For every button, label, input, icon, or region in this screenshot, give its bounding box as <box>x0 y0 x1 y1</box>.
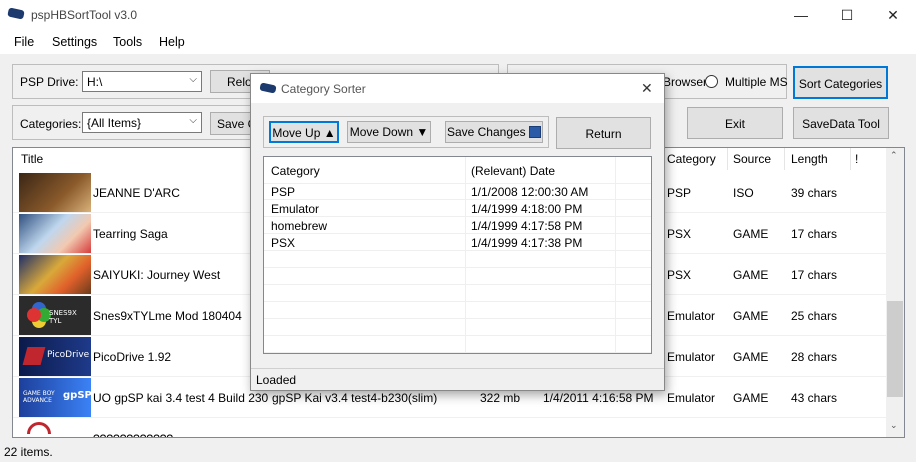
savedata-tool-button[interactable]: SaveData Tool <box>793 107 889 139</box>
floppy-disk-icon <box>529 126 542 138</box>
item-length: 43 chars <box>791 391 838 405</box>
item-title: PicoDrive 1.92 <box>93 350 172 364</box>
item-source: GAME <box>733 309 769 323</box>
item-length: 28 chars <box>791 350 838 364</box>
categories-label: Categories: <box>20 117 82 131</box>
item-category: PSX <box>667 227 692 241</box>
item-length: 17 chars <box>791 268 838 282</box>
close-button[interactable]: ✕ <box>870 0 916 30</box>
item-source: GAME <box>733 350 769 364</box>
item-category: PSP <box>667 186 692 200</box>
arrow-up-icon: ▲ <box>323 126 336 140</box>
item-length: 25 chars <box>791 309 838 323</box>
multiple-ms-label: Multiple MS <box>725 75 788 89</box>
scroll-down-icon[interactable]: ⌄ <box>890 420 898 431</box>
category-sorter-dialog: Category Sorter ✕ Move Up ▲ Move Down ▼ … <box>250 73 665 391</box>
menu-bar: File Settings Tools Help <box>0 30 916 54</box>
menu-help[interactable]: Help <box>159 35 185 49</box>
category-list[interactable]: Category (Relevant) Date PSP 1/1/2008 12:… <box>263 156 652 354</box>
item-description: gpSP Kai v3.4 test4-b230(slim) <box>272 391 438 405</box>
column-title[interactable]: Title <box>21 152 43 166</box>
column-date[interactable]: (Relevant) Date <box>471 164 555 178</box>
game-thumbnail <box>19 173 91 212</box>
list-item[interactable]: PSX 1/4/1999 4:17:38 PM <box>264 234 651 251</box>
game-thumbnail: PicoDrive <box>19 337 91 376</box>
list-item[interactable]: homebrew 1/4/1999 4:17:58 PM <box>264 217 651 234</box>
item-category: Emulator <box>667 309 716 323</box>
item-title: SAIYUKI: Journey West <box>93 268 221 282</box>
save-changes-button[interactable]: Save Changes <box>445 121 543 143</box>
item-date: 1/4/2011 4:16:58 PM <box>543 391 654 405</box>
item-category: Emulator <box>667 350 716 364</box>
game-thumbnail <box>19 214 91 253</box>
categories-value: {All Items} <box>87 116 142 130</box>
item-category: PSX <box>667 268 692 282</box>
list-item[interactable]: PSP 1/1/2008 12:00:30 AM <box>264 183 651 200</box>
item-source: ISO <box>733 186 754 200</box>
item-title: ???????????? <box>93 432 173 437</box>
maximize-button[interactable]: ☐ <box>824 0 870 30</box>
app-icon <box>7 7 25 20</box>
chevron-down-icon: ⌵ <box>189 115 197 126</box>
dialog-status: Loaded <box>256 373 297 387</box>
game-thumbnail <box>19 255 91 294</box>
column-flag[interactable]: ! <box>855 152 858 166</box>
item-title: UO gpSP kai 3.4 test 4 Build 230 <box>93 391 269 405</box>
game-thumbnail: GAME BOY ADVANCE gpSP <box>19 378 91 417</box>
arrow-down-icon: ▼ <box>416 125 429 139</box>
browser-label: Browser <box>663 75 708 89</box>
item-count: 22 items. <box>4 445 53 459</box>
move-down-button[interactable]: Move Down ▼ <box>347 121 431 143</box>
menu-file[interactable]: File <box>14 35 34 49</box>
psp-drive-value: H:\ <box>87 75 103 89</box>
column-source[interactable]: Source <box>733 152 771 166</box>
dialog-close-button[interactable]: ✕ <box>641 80 653 97</box>
psp-drive-select[interactable]: H:\ ⌵ <box>82 71 202 92</box>
categories-select[interactable]: {All Items} ⌵ <box>82 112 202 133</box>
sort-categories-button[interactable]: Sort Categories <box>793 66 888 99</box>
game-thumbnail: SNES9X TYL <box>19 296 91 335</box>
item-size: 322 mb <box>480 391 521 405</box>
column-category[interactable]: Category <box>271 164 320 178</box>
exit-button[interactable]: Exit <box>687 107 783 139</box>
title-bar: pspHBSortTool v3.0 — ☐ ✕ <box>0 0 916 30</box>
item-source: GAME <box>733 227 769 241</box>
scrollbar-thumb[interactable] <box>887 301 903 397</box>
item-source: GAME <box>733 268 769 282</box>
item-title: Snes9xTYLme Mod 180404 <box>93 309 242 323</box>
list-item[interactable]: ???????????? <box>13 418 888 437</box>
move-up-button[interactable]: Move Up ▲ <box>269 121 339 143</box>
item-source: GAME <box>733 391 769 405</box>
return-button[interactable]: Return <box>556 117 651 149</box>
chevron-down-icon: ⌵ <box>189 74 197 85</box>
item-category: Emulator <box>667 391 716 405</box>
menu-settings[interactable]: Settings <box>52 35 97 49</box>
game-thumbnail <box>19 419 91 437</box>
status-bar: 22 items. <box>0 440 916 462</box>
list-scrollbar[interactable]: ⌃ ⌄ <box>886 148 904 437</box>
window-title: pspHBSortTool v3.0 <box>31 8 138 22</box>
list-item[interactable]: Emulator 1/4/1999 4:18:00 PM <box>264 200 651 217</box>
item-length: 39 chars <box>791 186 838 200</box>
psp-drive-label: PSP Drive: <box>20 75 79 89</box>
menu-tools[interactable]: Tools <box>113 35 142 49</box>
scroll-up-icon[interactable]: ⌃ <box>890 150 898 161</box>
column-category[interactable]: Category <box>667 152 716 166</box>
item-length: 17 chars <box>791 227 838 241</box>
app-icon <box>259 82 277 94</box>
item-title: Tearring Saga <box>93 227 168 241</box>
dialog-title-bar: Category Sorter ✕ <box>251 74 664 103</box>
item-title: JEANNE D'ARC <box>93 186 180 200</box>
column-length[interactable]: Length <box>791 152 828 166</box>
minimize-button[interactable]: — <box>778 0 824 30</box>
multiple-ms-radio[interactable] <box>705 74 718 89</box>
dialog-title: Category Sorter <box>281 82 366 96</box>
